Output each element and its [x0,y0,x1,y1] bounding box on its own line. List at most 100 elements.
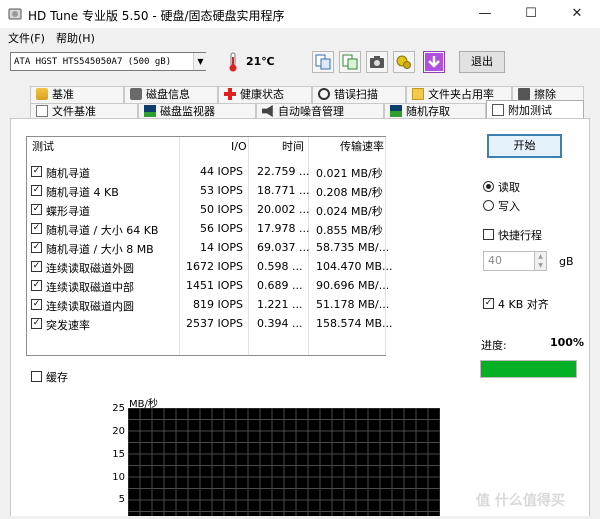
tab-label: 随机存取 [406,105,450,118]
y-tick-label: 10 [112,472,125,483]
size-unit-label: gB [559,255,574,268]
file-benchmark-icon [36,105,48,117]
io-value: 819 IOPS [192,298,243,311]
y-tick-label: 15 [112,449,125,460]
exit-button[interactable]: 退出 [459,51,505,73]
spin-buttons[interactable]: ▲ ▼ [534,251,547,271]
table-row[interactable]: ✓ 连续读取磁道内圆 819 IOPS 1.221 ... 51.178 MB/... [27,296,389,315]
row-checkbox[interactable]: ✓ [31,242,42,253]
monitor-chart-icon [144,105,156,117]
row-checkbox[interactable]: ✓ [31,261,42,272]
col-header-rate[interactable]: 传输速率 [340,137,384,157]
tab-label: 自动噪音管理 [278,105,344,118]
magnifier-icon [318,88,330,100]
extra-tests-icon [492,104,504,116]
progress-percent: 100% [550,336,584,349]
copy-all-button[interactable] [339,51,361,73]
row-checkbox[interactable]: ✓ [31,185,42,196]
read-radio[interactable] [483,181,494,192]
cache-checkbox[interactable] [31,371,42,382]
io-value: 1672 IOPS [185,260,243,273]
row-checkbox[interactable]: ✓ [31,318,42,329]
rate-value: 0.208 MB/秒 [316,186,383,199]
test-name: 连续读取磁道内圆 [46,300,134,313]
copy-text-button[interactable] [312,51,334,73]
time-value: 0.598 ... [257,260,303,273]
table-row[interactable]: ✓ 随机寻道 / 大小 64 KB 56 IOPS 17.978 ... 0.855 M… [27,220,385,239]
table-row[interactable]: ✓ 突发速率 2537 IOPS 0.394 ... 158.574 MB... [27,315,393,334]
save-button[interactable] [423,51,445,73]
thermometer-icon [229,52,237,72]
menu-file[interactable]: 文件(F) [8,30,45,46]
tab-health[interactable]: 健康状态 [218,86,312,103]
tab-error-scan[interactable]: 错误扫描 [312,86,406,103]
test-name: 随机寻道 / 大小 64 KB [46,224,159,237]
tab-label: 健康状态 [240,88,284,101]
y-tick-label: 5 [118,494,125,505]
tab-label: 文件夹占用率 [428,88,494,101]
row-checkbox[interactable]: ✓ [31,204,42,215]
hdtune-app-icon [8,8,22,20]
io-value: 53 IOPS [199,184,243,197]
progress-bar [480,360,577,378]
table-row[interactable]: ✓ 随机寻道 / 大小 8 MB 14 IOPS 69.037 ... 58.735 M… [27,239,389,258]
rate-value: 0.855 MB/秒 [316,224,383,237]
table-row[interactable]: ✓ 随机寻道 44 IOPS 22.759 ... 0.021 MB/秒 [27,163,385,182]
table-row[interactable]: ✓ 随机寻道 4 KB 53 IOPS 18.771 ... 0.208 MB/秒 [27,182,385,201]
row-checkbox[interactable]: ✓ [31,223,42,234]
short-stroke-checkbox[interactable] [483,229,494,240]
tab-disk-info[interactable]: 磁盘信息 [124,86,218,103]
test-name: 连续读取磁道中部 [46,281,134,294]
random-access-icon [390,105,402,117]
write-radio[interactable] [483,200,494,211]
maximize-button[interactable]: ☐ [508,0,554,28]
time-value: 0.394 ... [257,317,303,330]
align-4k-label: 4 KB 对齐 [498,298,549,311]
tab-label: 错误扫描 [334,88,378,101]
test-name: 连续读取磁道外圆 [46,262,134,275]
write-label: 写入 [498,200,520,213]
disk-info-icon [130,88,142,100]
row-checkbox[interactable]: ✓ [31,166,42,177]
tab-extra-tests[interactable]: 附加测试 [486,100,584,120]
col-header-time[interactable]: 时间 [282,137,304,157]
close-button[interactable]: ✕ [554,0,600,28]
short-stroke-size-input[interactable]: 40 [483,251,535,271]
drive-select[interactable]: ATA HGST HTS545050A7 (500 gB) [10,52,206,71]
temperature-readout: 21℃ [246,55,275,68]
rate-value: 158.574 MB... [316,317,393,330]
rate-value: 0.024 MB/秒 [316,205,383,218]
test-name: 随机寻道 [46,167,90,180]
start-button[interactable]: 开始 [487,134,562,158]
tab-label: 磁盘信息 [146,88,190,101]
time-value: 69.037 ... [257,241,310,254]
options-button[interactable] [393,51,415,73]
test-name: 突发速率 [46,319,90,332]
row-checkbox[interactable]: ✓ [31,280,42,291]
rate-value: 104.470 MB... [316,260,393,273]
align-4k-checkbox[interactable]: ✓ [483,298,494,309]
transfer-rate-graph [127,407,441,516]
folder-icon [412,88,424,100]
title-bar: HD Tune 专业版 5.50 - 硬盘/固态硬盘实用程序 — ☐ ✕ [0,0,600,28]
table-row[interactable]: ✓ 连续读取磁道外圆 1672 IOPS 0.598 ... 104.470 MB... [27,258,393,277]
screenshot-button[interactable] [366,51,388,73]
row-checkbox[interactable]: ✓ [31,299,42,310]
tab-label: 磁盘监视器 [160,105,215,118]
minimize-button[interactable]: — [462,0,508,28]
rate-value: 90.696 MB/... [316,279,390,292]
camera-icon [370,56,384,68]
menu-help[interactable]: 帮助(H) [56,30,95,46]
tab-benchmark[interactable]: 基准 [30,86,124,103]
col-header-test[interactable]: 测试 [32,137,54,157]
col-header-io[interactable]: I/O [231,137,247,157]
y-tick-label: 20 [112,426,125,437]
io-value: 2537 IOPS [185,317,243,330]
time-value: 22.759 ... [257,165,310,178]
table-row[interactable]: ✓ 蝶形寻道 50 IOPS 20.002 ... 0.024 MB/秒 [27,201,385,220]
cache-label: 缓存 [46,371,68,384]
table-row[interactable]: ✓ 连续读取磁道中部 1451 IOPS 0.689 ... 90.696 MB/... [27,277,389,296]
test-name: 蝶形寻道 [46,205,90,218]
results-table: 测试 I/O 时间 传输速率 ✓ 随机寻道 44 IOPS 22.759 ... 0.0… [26,136,393,356]
chevron-down-icon[interactable]: ▼ [193,53,207,70]
